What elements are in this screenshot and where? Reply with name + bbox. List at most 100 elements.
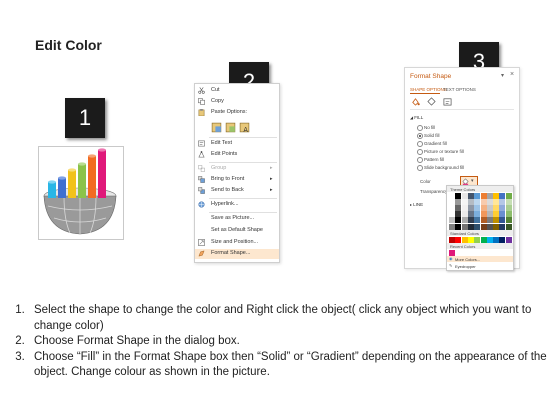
- color-swatch[interactable]: [449, 223, 455, 230]
- fill-line-icon[interactable]: [411, 97, 420, 106]
- menu-item-edit-text[interactable]: Edit Text: [195, 139, 279, 149]
- color-swatch[interactable]: [499, 217, 506, 224]
- paste-keep-source-icon[interactable]: [211, 122, 222, 133]
- more-colors-item[interactable]: ◉ More Colors...: [447, 256, 513, 262]
- color-swatch[interactable]: [449, 205, 455, 212]
- color-swatch[interactable]: [461, 193, 468, 199]
- color-swatch[interactable]: [467, 211, 474, 218]
- fill-radio-picture[interactable]: [417, 149, 423, 155]
- color-swatch[interactable]: [474, 205, 481, 212]
- menu-item-cut[interactable]: Cut: [195, 86, 279, 96]
- tab-text-options[interactable]: TEXT OPTIONS: [443, 87, 476, 92]
- menu-item-format-shape[interactable]: Format Shape...: [195, 249, 279, 259]
- color-swatch[interactable]: [474, 223, 481, 230]
- color-swatch[interactable]: [455, 237, 462, 243]
- color-swatch[interactable]: [461, 223, 468, 230]
- color-swatch[interactable]: [449, 199, 455, 206]
- color-swatch[interactable]: [474, 199, 481, 206]
- color-swatch[interactable]: [474, 193, 481, 199]
- color-swatch[interactable]: [467, 199, 474, 206]
- color-swatch[interactable]: [480, 199, 487, 206]
- color-swatch[interactable]: [467, 237, 474, 243]
- color-swatch[interactable]: [449, 250, 455, 256]
- line-section-header[interactable]: ▸ LINE: [410, 202, 423, 207]
- menu-item-copy[interactable]: Copy: [195, 97, 279, 107]
- color-swatch[interactable]: [467, 223, 474, 230]
- color-swatch[interactable]: [455, 223, 462, 230]
- menu-item-save-as-picture[interactable]: Save as Picture...: [195, 214, 279, 224]
- tab-shape-options[interactable]: SHAPE OPTIONS: [410, 87, 447, 92]
- color-swatch[interactable]: [505, 217, 512, 224]
- bar-4[interactable]: [78, 162, 86, 198]
- color-swatch[interactable]: [461, 199, 468, 206]
- fill-radio-no-fill[interactable]: [417, 125, 423, 131]
- fill-radio-gradient[interactable]: [417, 141, 423, 147]
- color-swatch[interactable]: [499, 211, 506, 218]
- menu-item-send-to-back[interactable]: Send to Back ▸: [195, 186, 279, 196]
- color-swatch[interactable]: [480, 237, 487, 243]
- color-swatch[interactable]: [499, 199, 506, 206]
- color-swatch[interactable]: [499, 237, 506, 243]
- menu-item-set-default-shape[interactable]: Set as Default Shape: [195, 226, 279, 236]
- bar-3[interactable]: [68, 168, 76, 198]
- color-swatch[interactable]: [467, 193, 474, 199]
- effects-icon[interactable]: [427, 97, 436, 106]
- color-swatch[interactable]: [493, 211, 500, 218]
- color-swatch[interactable]: [455, 193, 462, 199]
- color-swatch[interactable]: [493, 199, 500, 206]
- color-swatch[interactable]: [486, 217, 493, 224]
- menu-item-bring-to-front[interactable]: Bring to Front ▸: [195, 175, 279, 185]
- color-swatch[interactable]: [467, 205, 474, 212]
- color-swatch[interactable]: [505, 205, 512, 212]
- bar-6[interactable]: [98, 148, 106, 198]
- color-swatch[interactable]: [449, 193, 455, 199]
- color-swatch[interactable]: [455, 217, 462, 224]
- bar-1[interactable]: [48, 180, 56, 198]
- color-swatch[interactable]: [505, 193, 512, 199]
- color-swatch[interactable]: [449, 217, 455, 224]
- color-swatch[interactable]: [505, 211, 512, 218]
- color-swatch[interactable]: [493, 237, 500, 243]
- color-swatch[interactable]: [486, 205, 493, 212]
- color-swatch[interactable]: [493, 205, 500, 212]
- color-swatch[interactable]: [461, 211, 468, 218]
- bar-5[interactable]: [88, 154, 96, 198]
- menu-item-size-and-position[interactable]: Size and Position...: [195, 238, 279, 248]
- color-swatch[interactable]: [480, 223, 487, 230]
- color-swatch[interactable]: [449, 237, 455, 243]
- color-swatch[interactable]: [505, 199, 512, 206]
- color-swatch[interactable]: [474, 237, 481, 243]
- close-icon[interactable]: ×: [510, 71, 514, 78]
- menu-item-edit-points[interactable]: Edit Points: [195, 150, 279, 160]
- color-swatch[interactable]: [467, 217, 474, 224]
- color-swatch[interactable]: [480, 205, 487, 212]
- fill-section-header[interactable]: ◢ FILL: [410, 115, 423, 120]
- color-swatch[interactable]: [455, 199, 462, 206]
- paste-picture-icon[interactable]: [225, 122, 236, 133]
- fill-radio-slide-background[interactable]: [417, 165, 423, 171]
- color-swatch[interactable]: [493, 217, 500, 224]
- color-swatch[interactable]: [499, 193, 506, 199]
- bar-bowl-figure[interactable]: [40, 140, 120, 238]
- color-swatch[interactable]: [505, 237, 512, 243]
- color-swatch[interactable]: [455, 205, 462, 212]
- panel-dropdown-icon[interactable]: ▾: [501, 72, 504, 79]
- color-swatch[interactable]: [486, 211, 493, 218]
- color-swatch[interactable]: [486, 223, 493, 230]
- color-swatch[interactable]: [493, 193, 500, 199]
- color-swatch[interactable]: [461, 217, 468, 224]
- color-swatch[interactable]: [480, 211, 487, 218]
- color-swatch[interactable]: [499, 223, 506, 230]
- color-swatch[interactable]: [455, 211, 462, 218]
- fill-radio-solid[interactable]: [417, 133, 423, 139]
- color-swatch[interactable]: [480, 193, 487, 199]
- color-swatch[interactable]: [461, 237, 468, 243]
- menu-item-hyperlink[interactable]: Hyperlink...: [195, 200, 279, 210]
- color-swatch[interactable]: [505, 223, 512, 230]
- fill-radio-pattern[interactable]: [417, 157, 423, 163]
- bar-2[interactable]: [58, 176, 66, 198]
- color-swatch[interactable]: [474, 217, 481, 224]
- paste-text-only-icon[interactable]: A: [239, 122, 250, 133]
- color-swatch[interactable]: [486, 237, 493, 243]
- color-swatch[interactable]: [480, 217, 487, 224]
